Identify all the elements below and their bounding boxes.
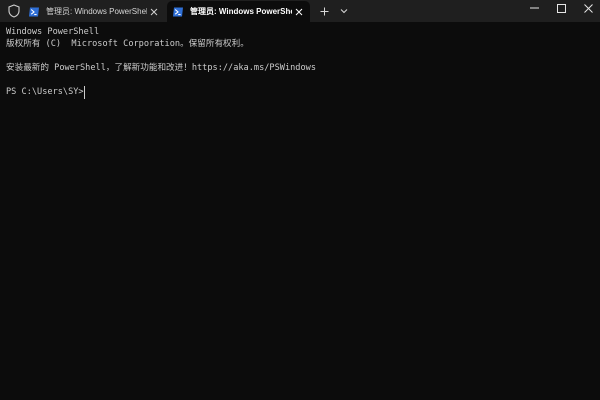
- terminal-line: 安装最新的 PowerShell，了解新功能和改进！https://aka.ms…: [6, 63, 316, 74]
- chevron-down-icon: [340, 8, 348, 14]
- terminal-line: Windows PowerShell: [6, 27, 99, 38]
- dropdown-button[interactable]: [337, 4, 351, 18]
- minimize-icon: [530, 7, 539, 9]
- tab-title: 管理员: Windows PowerShell: [46, 6, 147, 17]
- tab-close-button[interactable]: [147, 5, 161, 19]
- terminal-window: 管理员: Windows PowerShell 管理员: Windows Pow…: [0, 0, 600, 400]
- close-icon: [150, 8, 158, 16]
- text-cursor: [84, 86, 85, 99]
- powershell-icon: [28, 6, 40, 18]
- close-icon: [584, 4, 593, 13]
- tab-title: 管理员: Windows PowerShell: [190, 6, 292, 17]
- tab-close-button[interactable]: [292, 5, 306, 19]
- title-bar[interactable]: 管理员: Windows PowerShell 管理员: Windows Pow…: [0, 0, 600, 22]
- command-prompt[interactable]: PS C:\Users\SY>: [6, 87, 89, 98]
- terminal-output[interactable]: Windows PowerShell 版权所有 (C) Microsoft Co…: [0, 22, 600, 400]
- tab-powershell-1[interactable]: 管理员: Windows PowerShell: [23, 1, 165, 22]
- close-icon: [295, 8, 303, 16]
- powershell-icon: [172, 6, 184, 18]
- maximize-icon: [557, 4, 566, 13]
- window-close-button[interactable]: [572, 0, 600, 16]
- shield-icon: [6, 3, 22, 19]
- terminal-line: 版权所有 (C) Microsoft Corporation。保留所有权利。: [6, 39, 249, 50]
- tab-powershell-2[interactable]: 管理员: Windows PowerShell: [167, 1, 310, 22]
- plus-icon: [320, 7, 329, 16]
- new-tab-button[interactable]: [317, 4, 331, 18]
